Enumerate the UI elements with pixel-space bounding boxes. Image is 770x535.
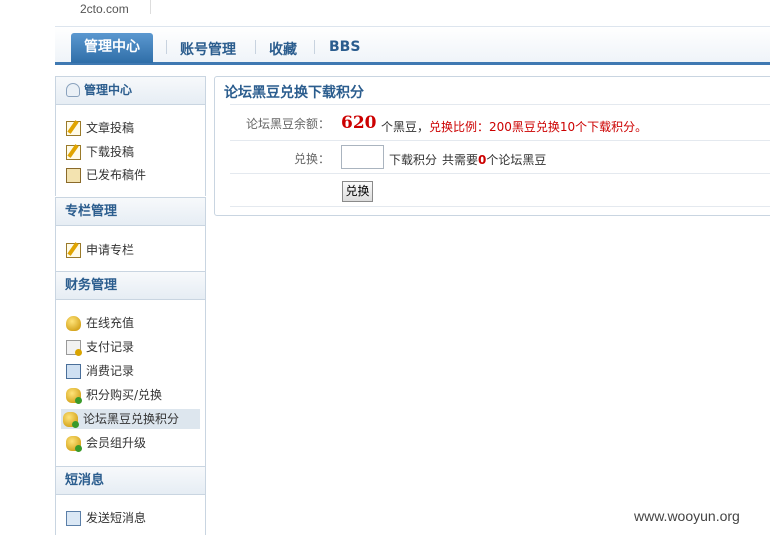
- sidebar-header-finance: 财务管理: [55, 271, 206, 300]
- sidebar-item-label: 论坛黑豆兑换积分: [83, 412, 180, 426]
- balance-value: 620: [341, 113, 377, 133]
- calculator-icon: [66, 364, 81, 379]
- sidebar-item-apply-column[interactable]: 申请专栏: [64, 240, 200, 260]
- needs-text: 共需要0个论坛黑豆: [442, 151, 546, 168]
- sidebar-item-label: 发送短消息: [86, 511, 147, 525]
- coins-upgrade-icon: [66, 436, 82, 452]
- sidebar-item-published[interactable]: 已发布稿件: [64, 165, 200, 185]
- sidebar-item-label: 积分购买/兑换: [86, 388, 163, 402]
- nav-separator: [314, 40, 315, 54]
- sidebar-header-column: 专栏管理: [55, 197, 206, 226]
- sidebar-item-label: 支付记录: [86, 340, 135, 354]
- logo-divider: [150, 0, 151, 14]
- sidebar-item-label: 会员组升级: [86, 436, 147, 450]
- nav-separator: [166, 40, 167, 54]
- user-icon: [66, 83, 80, 97]
- nav-separator: [255, 40, 256, 54]
- balance-unit: 个黑豆，: [381, 120, 430, 134]
- coins-exchange-icon: [66, 388, 82, 404]
- tab-bbs[interactable]: BBS: [329, 39, 360, 55]
- exchange-amount-input[interactable]: [341, 145, 384, 169]
- exchange-unit: 下载积分: [389, 153, 438, 167]
- needs-suffix: 个论坛黑豆: [486, 153, 547, 167]
- tab-account[interactable]: 账号管理: [180, 39, 236, 59]
- exchange-button[interactable]: 兑换: [342, 181, 373, 202]
- mail-icon: [66, 511, 81, 526]
- sidebar-item-download-submit[interactable]: 下载投稿: [64, 142, 200, 162]
- sidebar-item-label: 消费记录: [86, 364, 135, 378]
- sidebar-header-messages: 短消息: [55, 466, 206, 495]
- sidebar-item-label: 文章投稿: [86, 121, 135, 135]
- sidebar-item-payment-records[interactable]: 支付记录: [64, 337, 200, 357]
- coins-icon: [66, 316, 81, 331]
- sidebar-item-label: 在线充值: [86, 316, 135, 330]
- main-nav: [55, 26, 770, 64]
- sidebar-item-send-message[interactable]: 发送短消息: [64, 508, 200, 528]
- sidebar-item-article-submit[interactable]: 文章投稿: [64, 118, 200, 138]
- sidebar-header-admin: 管理中心: [55, 76, 206, 105]
- edit-icon: [66, 121, 81, 136]
- sidebar-item-recharge[interactable]: 在线充值: [64, 313, 200, 333]
- tab-favorites[interactable]: 收藏: [269, 39, 297, 59]
- sidebar-header-label: 管理中心: [84, 83, 133, 97]
- watermark: www.wooyun.org: [634, 508, 740, 524]
- divider: [230, 206, 770, 207]
- edit-icon: [66, 243, 81, 258]
- edit-icon: [66, 145, 81, 160]
- sidebar-item-points-buy[interactable]: 积分购买/兑换: [64, 385, 200, 405]
- document-icon: [66, 168, 81, 183]
- nav-underline: [55, 62, 770, 65]
- payment-icon: [66, 340, 82, 356]
- sidebar-item-label: 已发布稿件: [86, 168, 147, 182]
- sidebar-item-label: 申请专栏: [86, 243, 135, 257]
- sidebar-item-member-upgrade[interactable]: 会员组升级: [64, 433, 200, 453]
- balance-label: 论坛黑豆余额：: [245, 117, 330, 131]
- page-title: 论坛黑豆兑换下载积分: [224, 85, 364, 101]
- top-bar: 2cto.com: [0, 0, 770, 26]
- divider: [230, 173, 770, 174]
- sidebar-item-beans-exchange[interactable]: 论坛黑豆兑换积分: [61, 409, 200, 429]
- divider: [230, 104, 770, 105]
- tab-admin-center[interactable]: 管理中心: [71, 33, 153, 63]
- needs-prefix: 共需要: [442, 153, 479, 167]
- sidebar-item-label: 下载投稿: [86, 145, 135, 159]
- sidebar-item-consumption-records[interactable]: 消费记录: [64, 361, 200, 381]
- coins-exchange-icon: [63, 412, 79, 428]
- exchange-label: 兑换：: [293, 152, 330, 166]
- divider: [230, 140, 770, 141]
- site-logo[interactable]: 2cto.com: [80, 2, 129, 16]
- exchange-ratio: 兑换比例：200黑豆兑换10个下载积分。: [429, 120, 648, 134]
